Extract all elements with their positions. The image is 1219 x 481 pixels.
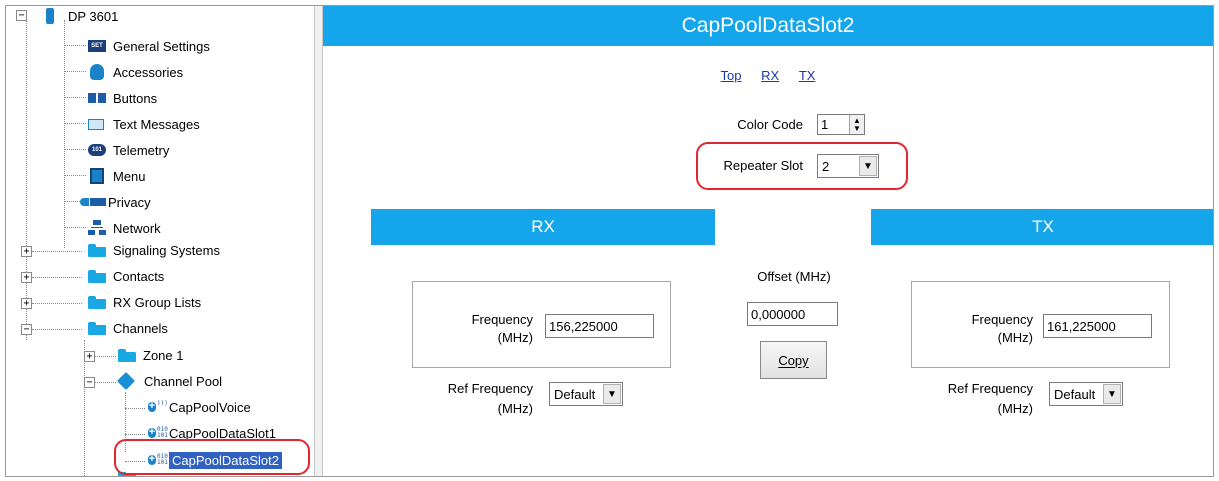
app-window: − + + + − + − DP 3601 SET General Settin… [5,5,1214,477]
tree-item-label: Zone 1 [143,347,184,363]
cube-icon [116,371,136,391]
tx-frequency-unit: (MHz) [997,330,1033,345]
network-icon [88,220,106,236]
tree-item-privacy[interactable]: Privacy [80,190,151,214]
expand-icon[interactable]: + [21,298,32,309]
tree-item-rx-group-lists[interactable]: RX Group Lists [88,290,201,314]
offset-label: Offset (MHz) [757,269,831,284]
tree-item-label: Accessories [113,64,184,80]
copy-button-label: Copy [778,352,809,368]
radio-device-icon [46,8,54,24]
tree-item-signaling-systems[interactable]: Signaling Systems [88,238,220,262]
tree-item-label: Channels [113,320,168,336]
tree-item-channel-pool[interactable]: Channel Pool [116,369,223,393]
tree-item-label: Menu [113,168,146,184]
collapse-icon[interactable]: − [21,324,32,335]
link-top[interactable]: Top [721,68,742,83]
chevron-down-icon[interactable]: ▼ [603,384,621,404]
tree-item-label: Channel Pool [144,373,223,389]
copy-button[interactable]: Copy [760,341,827,379]
tree-item-label: Buttons [113,90,158,106]
folder-icon [118,348,136,362]
tx-section-header: TX [871,209,1213,245]
tree-item-root[interactable]: DP 3601 [46,6,118,26]
highlight-ring-tree [114,439,310,475]
page-title: CapPoolDataSlot2 [323,6,1213,46]
tree-item-general-settings[interactable]: SET General Settings [88,34,210,58]
panel-splitter[interactable] [314,6,323,476]
rx-ref-frequency-value: Default [554,386,596,402]
collapse-icon[interactable]: − [84,377,95,388]
tree-item-contacts[interactable]: Contacts [88,264,164,288]
settings-icon: SET [88,40,106,52]
voice-channel-icon: ))) [146,399,168,415]
offset-input[interactable]: 0,000000 [747,302,838,326]
tree-item-menu[interactable]: Menu [88,164,146,188]
key-icon [80,198,106,206]
accessories-icon [90,64,104,80]
tx-ref-frequency-dropdown[interactable]: Default ▼ [1049,382,1123,406]
link-tx[interactable]: TX [799,68,816,83]
tx-ref-frequency-label: Ref Frequency [947,381,1033,396]
tree-item-label: Contacts [113,268,165,284]
tree-item-telemetry[interactable]: 101 Telemetry [88,138,169,162]
spinner-arrows-icon[interactable]: ▲ ▼ [849,115,864,134]
tree-item-label: General Settings [113,38,210,54]
color-code-label: Color Code [737,117,803,132]
highlight-ring-repeater [696,142,908,190]
telemetry-icon: 101 [88,144,106,156]
envelope-icon [88,118,104,130]
tree-item-label: Telemetry [113,142,170,158]
tx-ref-frequency-value: Default [1054,386,1096,402]
expand-icon[interactable]: + [84,351,95,362]
tree-item-label: Text Messages [113,116,200,132]
tree-item-zone-1[interactable]: Zone 1 [118,343,183,367]
color-code-value: 1 [821,117,829,132]
tree-item-label: CapPoolVoice [169,399,251,415]
tree-item-label: DP 3601 [68,8,119,24]
tree-item-label: Network [113,220,161,236]
folder-icon [88,295,106,309]
tree-item-label: RX Group Lists [113,294,202,310]
anchor-links: Top RX TX [323,68,1213,83]
channel-settings-panel: CapPoolDataSlot2 Top RX TX Color Code 1 … [323,6,1213,476]
rx-section-header: RX [371,209,715,245]
rx-frequency-label: Frequency [471,312,533,327]
tree-item-cappoolvoice[interactable]: ))) CapPoolVoice [146,395,251,419]
rx-ref-frequency-dropdown[interactable]: Default ▼ [549,382,623,406]
collapse-icon[interactable]: − [16,10,27,21]
navigation-tree[interactable]: − + + + − + − DP 3601 SET General Settin… [6,6,314,476]
tree-item-label: Signaling Systems [113,242,220,258]
menu-icon [90,168,104,184]
tree-item-channels[interactable]: Channels [88,316,168,340]
rx-frequency-unit: (MHz) [497,330,533,345]
folder-icon [88,269,106,283]
tree-item-label: Privacy [108,194,151,210]
link-rx[interactable]: RX [761,68,779,83]
tree-item-buttons[interactable]: Buttons [88,86,157,110]
rx-ref-frequency-label: Ref Frequency [447,381,533,396]
folder-open-icon [88,321,106,335]
tx-ref-frequency-unit: (MHz) [997,401,1033,416]
expand-icon[interactable]: + [21,246,32,257]
rx-ref-frequency-unit: (MHz) [497,401,533,416]
buttons-icon [88,93,106,103]
tree-item-text-messages[interactable]: Text Messages [88,112,200,136]
tree-item-accessories[interactable]: Accessories [88,60,183,84]
expand-icon[interactable]: + [21,272,32,283]
folder-icon [88,243,106,257]
tx-frequency-label: Frequency [971,312,1033,327]
rx-frequency-input[interactable]: 156,225000 [545,314,654,338]
tx-frequency-input[interactable]: 161,225000 [1043,314,1152,338]
tree-item-network[interactable]: Network [88,216,161,240]
color-code-spinner[interactable]: 1 ▲ ▼ [817,114,865,135]
chevron-down-icon[interactable]: ▼ [1103,384,1121,404]
